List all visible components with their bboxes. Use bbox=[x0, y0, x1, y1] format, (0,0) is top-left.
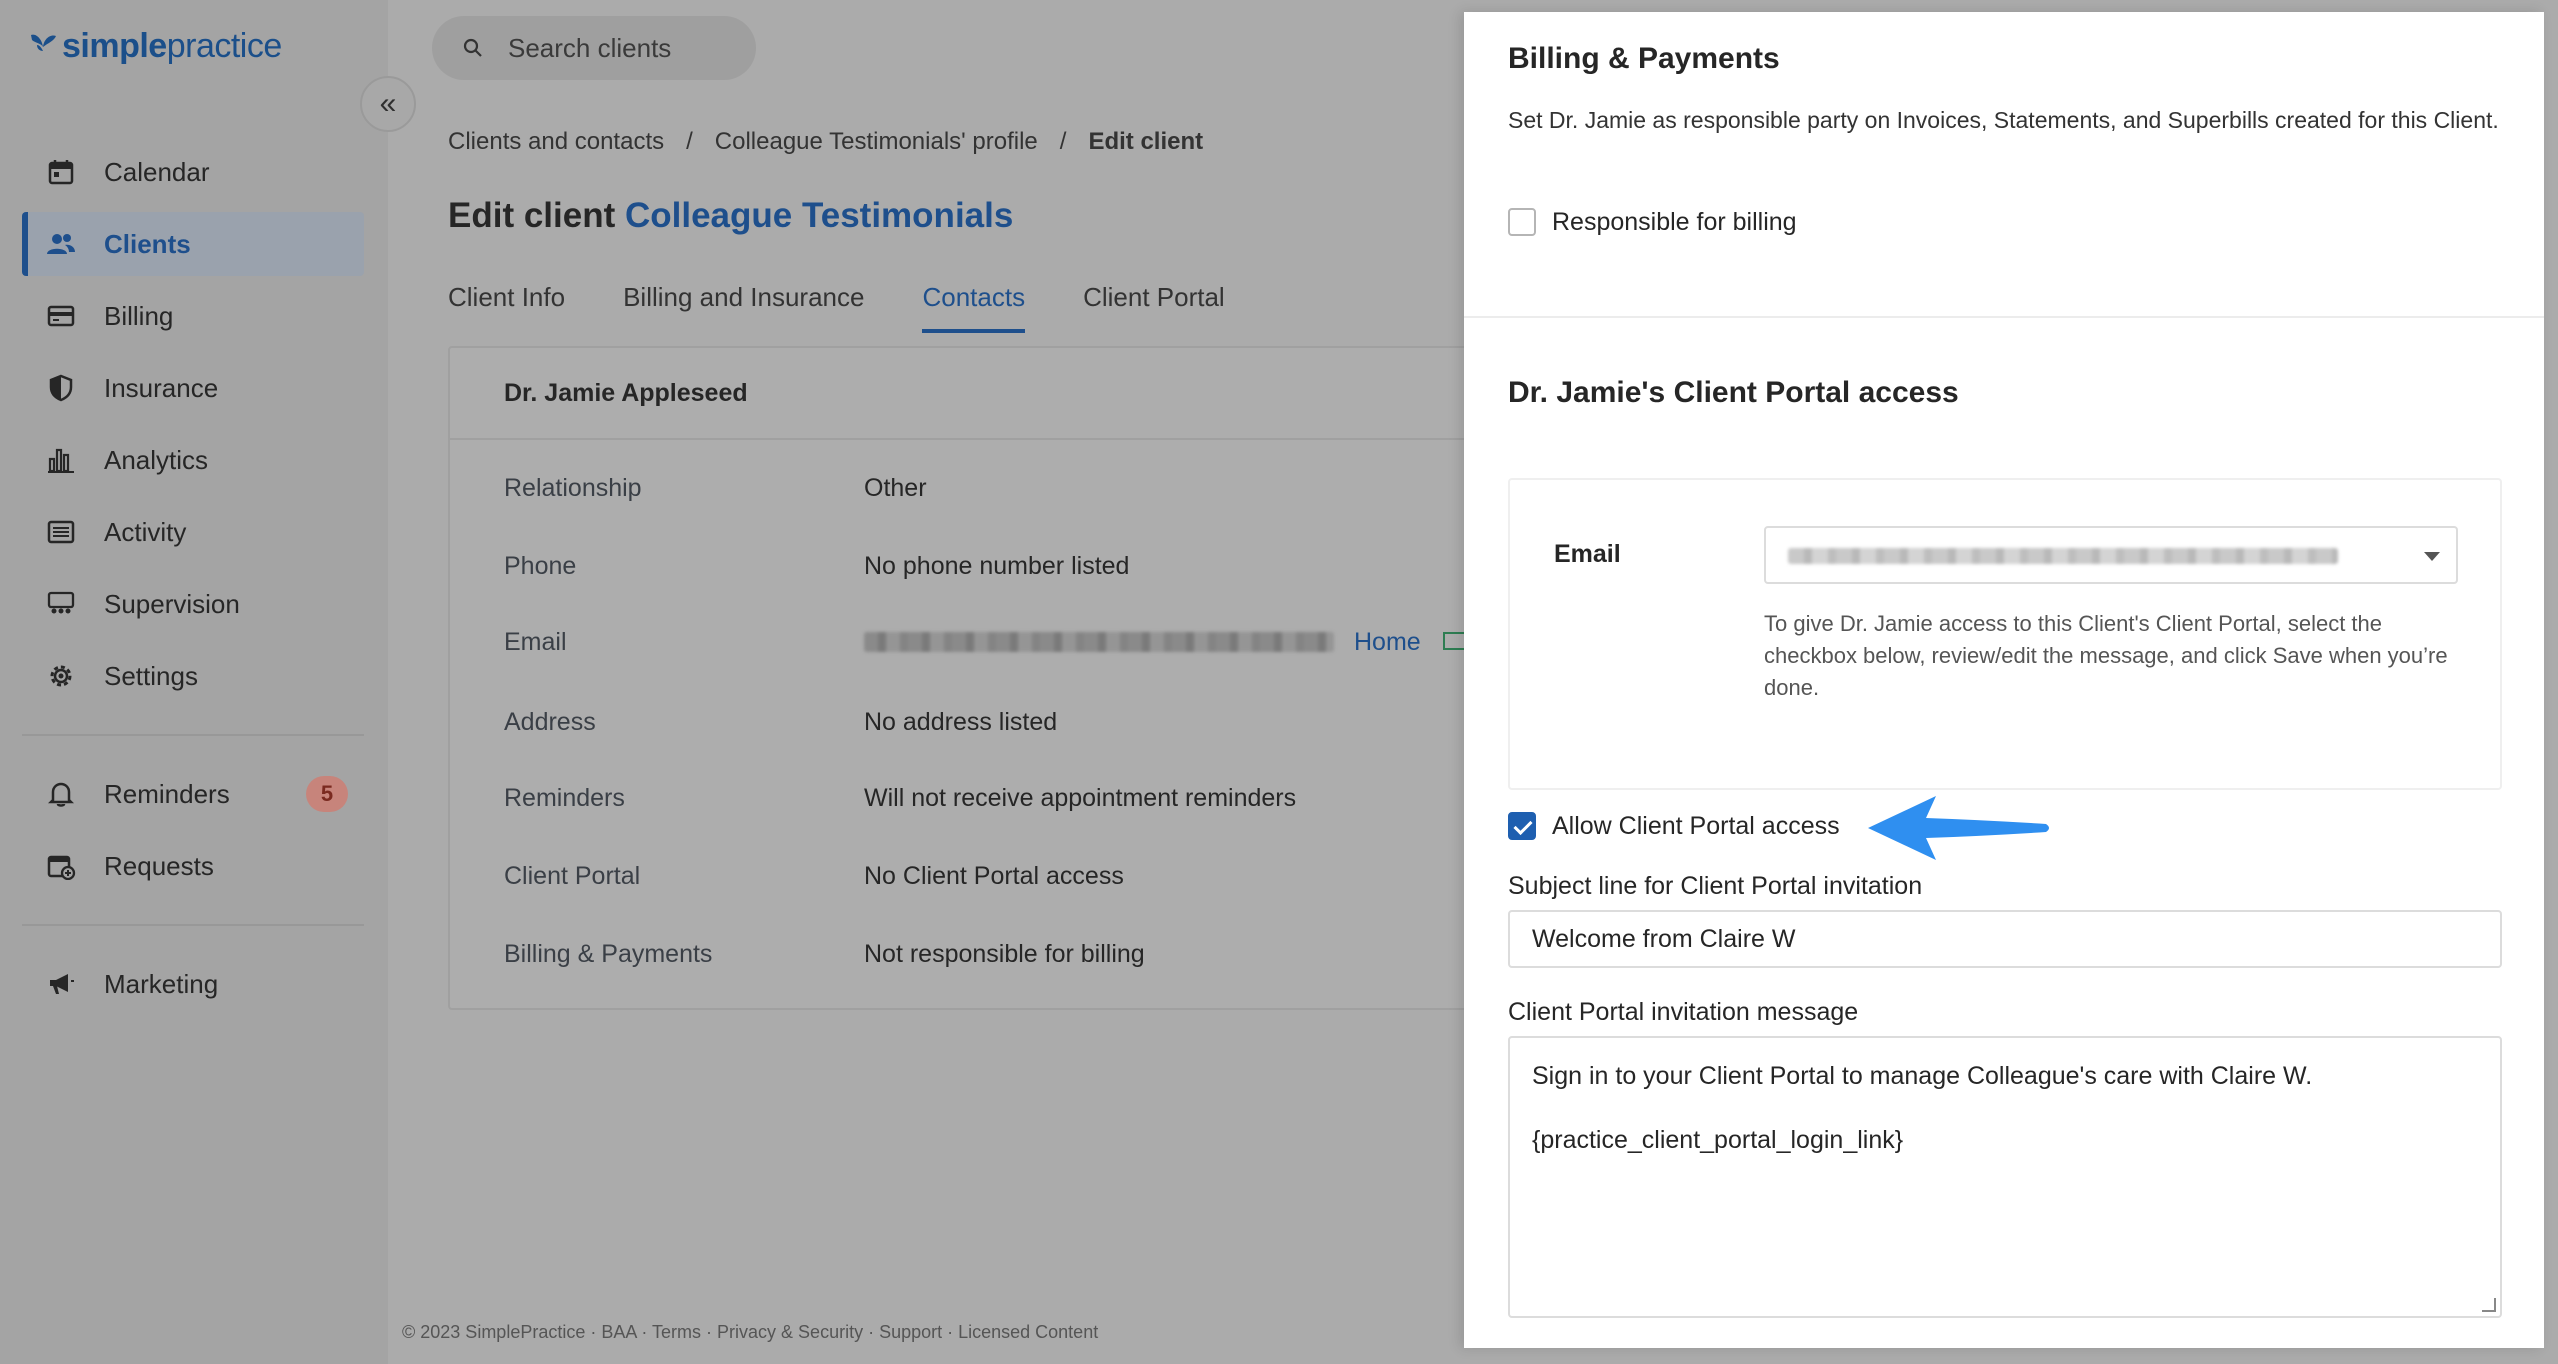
tab-client-info[interactable]: Client Info bbox=[448, 282, 565, 333]
contact-row: Phone No phone number listed bbox=[504, 552, 1130, 580]
contact-card: Dr. Jamie Appleseed Relationship Other Ph… bbox=[448, 346, 1548, 1010]
breadcrumb: Clients and contacts / Colleague Testimo… bbox=[448, 128, 1203, 156]
sidebar-item-label: Activity bbox=[104, 516, 187, 547]
sidebar-divider bbox=[22, 924, 364, 926]
tab-billing-insurance[interactable]: Billing and Insurance bbox=[623, 282, 864, 333]
search-placeholder: Search clients bbox=[508, 32, 672, 63]
sidebar-item-insurance[interactable]: Insurance bbox=[22, 356, 364, 420]
supervision-icon bbox=[44, 587, 78, 621]
portal-heading: Dr. Jamie's Client Portal access bbox=[1508, 376, 1959, 409]
portal-help-text: To give Dr. Jamie access to this Client'… bbox=[1764, 611, 2448, 700]
shield-icon bbox=[44, 371, 78, 405]
subject-value: Welcome from Claire W bbox=[1532, 924, 1796, 953]
message-line: Sign in to your Client Portal to manage … bbox=[1532, 1062, 2313, 1090]
email-home-link[interactable]: Home bbox=[1354, 628, 1421, 657]
sidebar-item-settings[interactable]: Settings bbox=[22, 644, 364, 708]
drawer-divider bbox=[1464, 316, 2544, 318]
search-input[interactable]: Search clients bbox=[432, 16, 756, 80]
bar-chart-icon bbox=[44, 443, 78, 477]
sidebar-item-requests[interactable]: Requests bbox=[22, 834, 364, 898]
sidebar-item-reminders[interactable]: Reminders 5 bbox=[22, 762, 364, 826]
calendar-plus-icon bbox=[44, 849, 78, 883]
footer: © 2023 SimplePractice · BAA · Terms · Pr… bbox=[402, 1322, 1099, 1342]
sidebar-item-label: Clients bbox=[104, 228, 191, 259]
allow-portal-checkbox[interactable] bbox=[1508, 812, 1536, 840]
subject-label: Subject line for Client Portal invitatio… bbox=[1508, 872, 1923, 900]
subject-input[interactable]: Welcome from Claire W bbox=[1508, 910, 2502, 968]
sidebar-item-label: Marketing bbox=[104, 968, 219, 999]
calendar-icon bbox=[44, 155, 78, 189]
sidebar-item-label: Reminders bbox=[104, 778, 230, 809]
page-title: Edit client Colleague Testimonials bbox=[448, 196, 1014, 235]
contact-row: Reminders Will not receive appointment re… bbox=[504, 784, 1297, 812]
sidebar-item-marketing[interactable]: Marketing bbox=[22, 952, 364, 1016]
contact-row: Relationship Other bbox=[504, 474, 927, 502]
list-icon bbox=[44, 515, 78, 549]
sidebar-divider bbox=[22, 734, 364, 736]
sidebar-item-billing[interactable]: Billing bbox=[22, 284, 364, 348]
butterfly-icon bbox=[28, 31, 58, 61]
users-icon bbox=[44, 227, 78, 261]
message-line: {practice_client_portal_login_link} bbox=[1532, 1126, 1904, 1154]
megaphone-icon bbox=[44, 967, 78, 1001]
breadcrumb-current: Edit client bbox=[1088, 128, 1204, 155]
billing-description: Set Dr. Jamie as responsible party on In… bbox=[1508, 107, 2499, 133]
sidebar-nav: Calendar Clients Billing Insurance Analy… bbox=[22, 140, 364, 1024]
chevrons-left-icon: « bbox=[379, 87, 397, 120]
credit-card-icon bbox=[44, 299, 78, 333]
contact-row: Email Home bbox=[504, 628, 1467, 657]
redacted-email bbox=[864, 632, 1334, 652]
sidebar-item-clients[interactable]: Clients bbox=[22, 212, 364, 276]
sidebar-item-label: Calendar bbox=[104, 156, 210, 187]
logo-text: simplepractice bbox=[62, 26, 282, 65]
sidebar-item-label: Insurance bbox=[104, 372, 219, 403]
responsible-billing-checkbox[interactable] bbox=[1508, 208, 1536, 236]
sidebar-item-label: Requests bbox=[104, 850, 214, 881]
bell-icon bbox=[44, 777, 78, 811]
sidebar: simplepractice Calendar Clients Billing … bbox=[0, 0, 388, 1364]
logo[interactable]: simplepractice bbox=[28, 26, 282, 66]
search-icon bbox=[462, 35, 488, 61]
resize-handle[interactable] bbox=[2482, 1298, 2496, 1312]
annotation-arrow-icon bbox=[1868, 796, 2049, 860]
contact-row: Address No address listed bbox=[504, 708, 1058, 736]
caret-down-icon bbox=[2424, 552, 2440, 561]
message-label: Client Portal invitation message bbox=[1508, 998, 1859, 1026]
sidebar-item-calendar[interactable]: Calendar bbox=[22, 140, 364, 204]
allow-portal-label[interactable]: Allow Client Portal access bbox=[1552, 812, 1840, 841]
gear-icon bbox=[44, 659, 78, 693]
breadcrumb-separator: / bbox=[686, 128, 693, 155]
breadcrumb-separator: / bbox=[1059, 128, 1067, 155]
responsible-billing-label[interactable]: Responsible for billing bbox=[1552, 208, 1797, 237]
email-select[interactable] bbox=[1764, 526, 2458, 584]
contact-name: Dr. Jamie Appleseed bbox=[450, 348, 1546, 440]
client-name-link[interactable]: Colleague Testimonials bbox=[625, 196, 1013, 235]
breadcrumb-link-clients[interactable]: Clients and contacts bbox=[448, 128, 664, 156]
sidebar-item-supervision[interactable]: Supervision bbox=[22, 572, 364, 636]
edit-contact-drawer: Billing & Payments Set Dr. Jamie as resp… bbox=[1464, 12, 2544, 1348]
collapse-sidebar-button[interactable]: « bbox=[360, 76, 416, 132]
breadcrumb-link-profile[interactable]: Colleague Testimonials' profile bbox=[715, 128, 1038, 156]
sidebar-item-activity[interactable]: Activity bbox=[22, 500, 364, 564]
reminders-badge: 5 bbox=[306, 776, 348, 812]
sidebar-item-label: Billing bbox=[104, 300, 174, 331]
sidebar-item-analytics[interactable]: Analytics bbox=[22, 428, 364, 492]
billing-heading: Billing & Payments bbox=[1508, 42, 1780, 75]
sidebar-item-label: Analytics bbox=[104, 444, 209, 475]
contact-row: Client Portal No Client Portal access bbox=[504, 862, 1124, 890]
redacted-email bbox=[1788, 548, 2338, 564]
tab-client-portal[interactable]: Client Portal bbox=[1083, 282, 1225, 333]
sidebar-item-label: Settings bbox=[104, 660, 198, 691]
sidebar-item-label: Supervision bbox=[104, 588, 240, 619]
tab-contacts[interactable]: Contacts bbox=[922, 282, 1026, 333]
tabs: Client Info Billing and Insurance Contac… bbox=[448, 282, 1283, 333]
message-textarea[interactable]: Sign in to your Client Portal to manage … bbox=[1508, 1036, 2502, 1318]
portal-email-section: Email To give Dr. Jamie access to this C… bbox=[1508, 478, 2502, 790]
email-label: Email bbox=[1554, 540, 1621, 568]
contact-row: Billing & Payments Not responsible for bi… bbox=[504, 940, 1145, 968]
